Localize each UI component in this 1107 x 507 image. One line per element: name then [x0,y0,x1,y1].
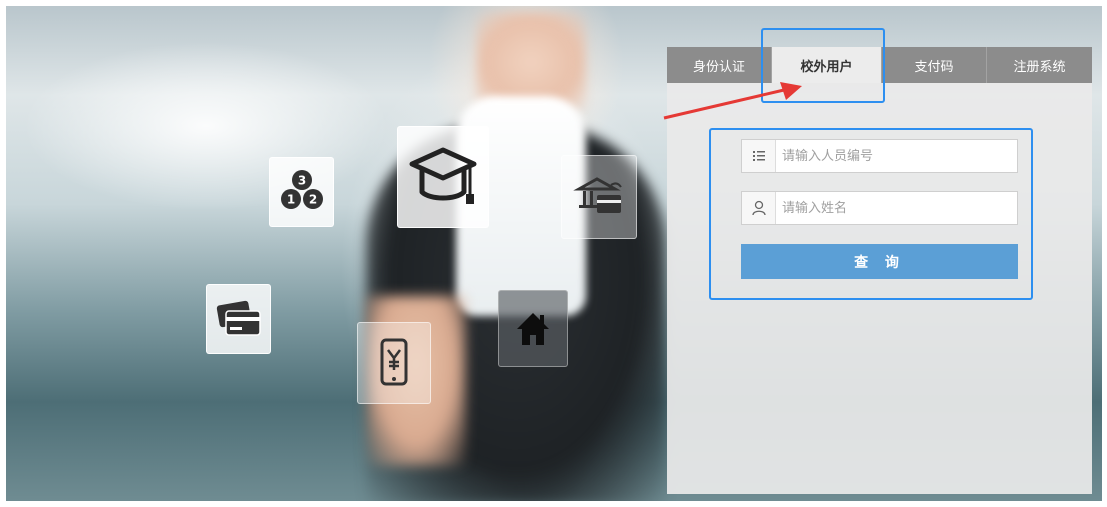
credit-card-tile [206,284,271,354]
mobile-payment-tile [357,322,431,404]
home-icon [517,312,549,345]
annotation-arrow [663,82,802,120]
mobile-payment-icon [380,338,408,386]
number-balls-icon: 3 1 2 [280,170,323,209]
graduation-cap-tile [397,126,489,228]
home-tile [498,290,568,367]
number-balls-tile: 3 1 2 [269,157,334,227]
tab-payment-code[interactable]: 支付码 [882,47,987,83]
ball-3-label: 3 [297,174,305,188]
tab-register-system[interactable]: 注册系统 [987,47,1092,83]
bank-card-icon [573,177,622,213]
ball-2-label: 2 [308,193,316,207]
form-highlight-box [709,128,1033,300]
graduation-cap-icon [409,147,477,204]
credit-card-icon [216,300,261,336]
bank-card-tile [561,155,637,239]
ball-1-label: 1 [286,193,294,207]
